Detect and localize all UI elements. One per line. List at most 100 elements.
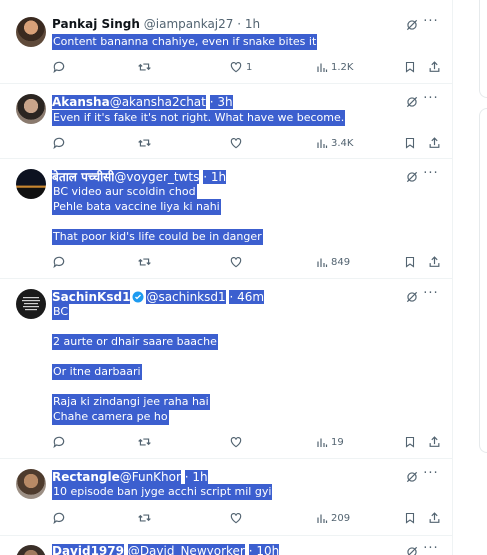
retweet-icon — [138, 63, 151, 71]
reply-button[interactable] — [52, 58, 66, 76]
grok-icon — [407, 546, 418, 555]
share-button[interactable] — [428, 134, 441, 152]
bookmark-icon — [405, 512, 415, 524]
more-icon[interactable]: ··· — [423, 167, 439, 183]
tweet-text-line: 10 episode ban jyge acchi script mil gyi — [52, 484, 273, 500]
tweet-time[interactable]: · 1h — [203, 170, 227, 184]
avatar[interactable] — [16, 545, 46, 555]
grok-button[interactable] — [405, 469, 419, 483]
author-handle[interactable]: @akansha2chat — [109, 95, 206, 109]
timeline-feed: Pankaj Singh @iampankaj27 · 1h Content b… — [0, 0, 453, 555]
grok-button[interactable] — [405, 544, 419, 555]
sidebar-card — [479, 108, 487, 453]
tweet-text: BC 2 aurte or dhair saare baache Or itne… — [52, 304, 218, 425]
tweet-time[interactable]: · 1h — [184, 470, 208, 484]
avatar[interactable] — [16, 289, 46, 319]
tweet[interactable]: बेताल पच्चीसी@voyger_twts · 1h BC video … — [0, 159, 452, 279]
author-name[interactable]: SachinKsd1 — [52, 290, 131, 304]
avatar[interactable] — [16, 469, 46, 499]
more-icon[interactable]: ··· — [423, 287, 439, 303]
share-icon — [429, 61, 440, 72]
bookmark-button[interactable] — [404, 134, 416, 152]
author-handle[interactable]: @voyger_twts — [114, 170, 200, 184]
views-button[interactable]: 3.4K — [316, 134, 353, 152]
author-handle[interactable]: @FunKhor — [119, 470, 181, 484]
grok-button[interactable] — [405, 289, 419, 303]
right-sidebar — [462, 0, 487, 555]
reply-button[interactable] — [52, 253, 66, 271]
avatar[interactable] — [16, 169, 46, 199]
retweet-button[interactable] — [137, 134, 152, 152]
tweet-text-line: That poor kid's life could be in danger — [52, 229, 263, 245]
reply-button[interactable] — [52, 134, 66, 152]
author-handle[interactable]: @sachinksd1 — [146, 290, 226, 304]
bookmark-button[interactable] — [404, 509, 416, 527]
tweet[interactable]: David1979 @David_Newyorker · 10h ··· — [0, 536, 452, 555]
more-icon[interactable]: ··· — [423, 92, 439, 108]
view-count: 3.4K — [331, 137, 354, 149]
tweet-actions: 209 — [52, 509, 447, 527]
grok-icon — [406, 19, 418, 31]
retweet-button[interactable] — [137, 253, 152, 271]
tweet[interactable]: Rectangle@FunKhor · 1h 10 episode ban jy… — [0, 459, 452, 536]
author-name[interactable]: Rectangle — [52, 470, 120, 484]
author-handle[interactable]: @David_Newyorker — [127, 544, 245, 555]
views-button[interactable]: 19 — [316, 433, 344, 451]
like-button[interactable]: 1 — [229, 58, 252, 76]
bookmark-button[interactable] — [404, 253, 416, 271]
avatar[interactable] — [16, 94, 46, 124]
tweet-time[interactable]: · 3h — [209, 95, 233, 109]
tweet-time[interactable]: · 46m — [229, 290, 265, 304]
share-button[interactable] — [428, 433, 441, 451]
views-button[interactable]: 1.2K — [316, 58, 353, 76]
tweet-text-line: Or itne darbaari — [52, 364, 142, 380]
heart-icon — [230, 437, 242, 448]
share-button[interactable] — [428, 253, 441, 271]
author-name[interactable]: David1979 — [52, 544, 124, 555]
tweet-text-line: Chahe camera pe ho — [52, 409, 169, 425]
tweet-header: David1979 @David_Newyorker · 10h — [52, 542, 443, 555]
views-button[interactable]: 849 — [316, 253, 350, 271]
grok-button[interactable] — [405, 94, 419, 108]
more-icon[interactable]: ··· — [423, 15, 439, 31]
tweet-text-line: Even if it's fake it's not right. What h… — [52, 110, 346, 126]
share-button[interactable] — [428, 509, 441, 527]
grok-button[interactable] — [405, 169, 419, 183]
like-button[interactable] — [229, 509, 246, 527]
like-button[interactable] — [229, 134, 246, 152]
tweet-text-line: Content bananna chahiye, even if snake b… — [52, 34, 318, 50]
avatar[interactable] — [16, 17, 46, 47]
share-icon — [429, 512, 440, 523]
like-button[interactable] — [229, 433, 246, 451]
retweet-button[interactable] — [137, 509, 152, 527]
tweet-time[interactable]: · 10h — [248, 544, 280, 555]
tweet[interactable]: Akansha@akansha2chat · 3h Even if it's f… — [0, 84, 452, 159]
author-name[interactable]: बेताल पच्चीसी — [52, 170, 115, 184]
tweet-time[interactable]: · 1h — [237, 17, 260, 31]
more-icon[interactable]: ··· — [423, 467, 439, 483]
reply-button[interactable] — [52, 433, 66, 451]
bookmark-button[interactable] — [404, 58, 416, 76]
grok-button[interactable] — [405, 17, 419, 31]
tweet-text: Content bananna chahiye, even if snake b… — [52, 34, 318, 50]
retweet-button[interactable] — [137, 433, 152, 451]
author-handle[interactable]: @iampankaj27 — [144, 17, 234, 31]
views-button[interactable]: 209 — [316, 509, 350, 527]
tweet-text: BC video aur scoldin chod Pehle bata vac… — [52, 184, 263, 245]
views-chart-icon — [317, 258, 328, 267]
reply-button[interactable] — [52, 509, 66, 527]
retweet-button[interactable] — [137, 58, 152, 76]
bookmark-button[interactable] — [404, 433, 416, 451]
share-icon — [429, 436, 440, 447]
more-icon[interactable]: ··· — [423, 542, 439, 555]
tweet[interactable]: SachinKsd1 @sachinksd1 · 46m BC 2 aurte o… — [0, 279, 452, 459]
author-name[interactable]: Akansha — [52, 95, 110, 109]
tweet[interactable]: Pankaj Singh @iampankaj27 · 1h Content b… — [0, 0, 452, 84]
share-button[interactable] — [428, 58, 441, 76]
view-count: 849 — [331, 256, 351, 268]
tweet-actions: 19 — [52, 433, 447, 451]
reply-icon — [53, 512, 65, 525]
tweet-text: 10 episode ban jyge acchi script mil gyi — [52, 484, 273, 500]
author-name[interactable]: Pankaj Singh — [52, 17, 140, 31]
like-button[interactable] — [229, 253, 246, 271]
